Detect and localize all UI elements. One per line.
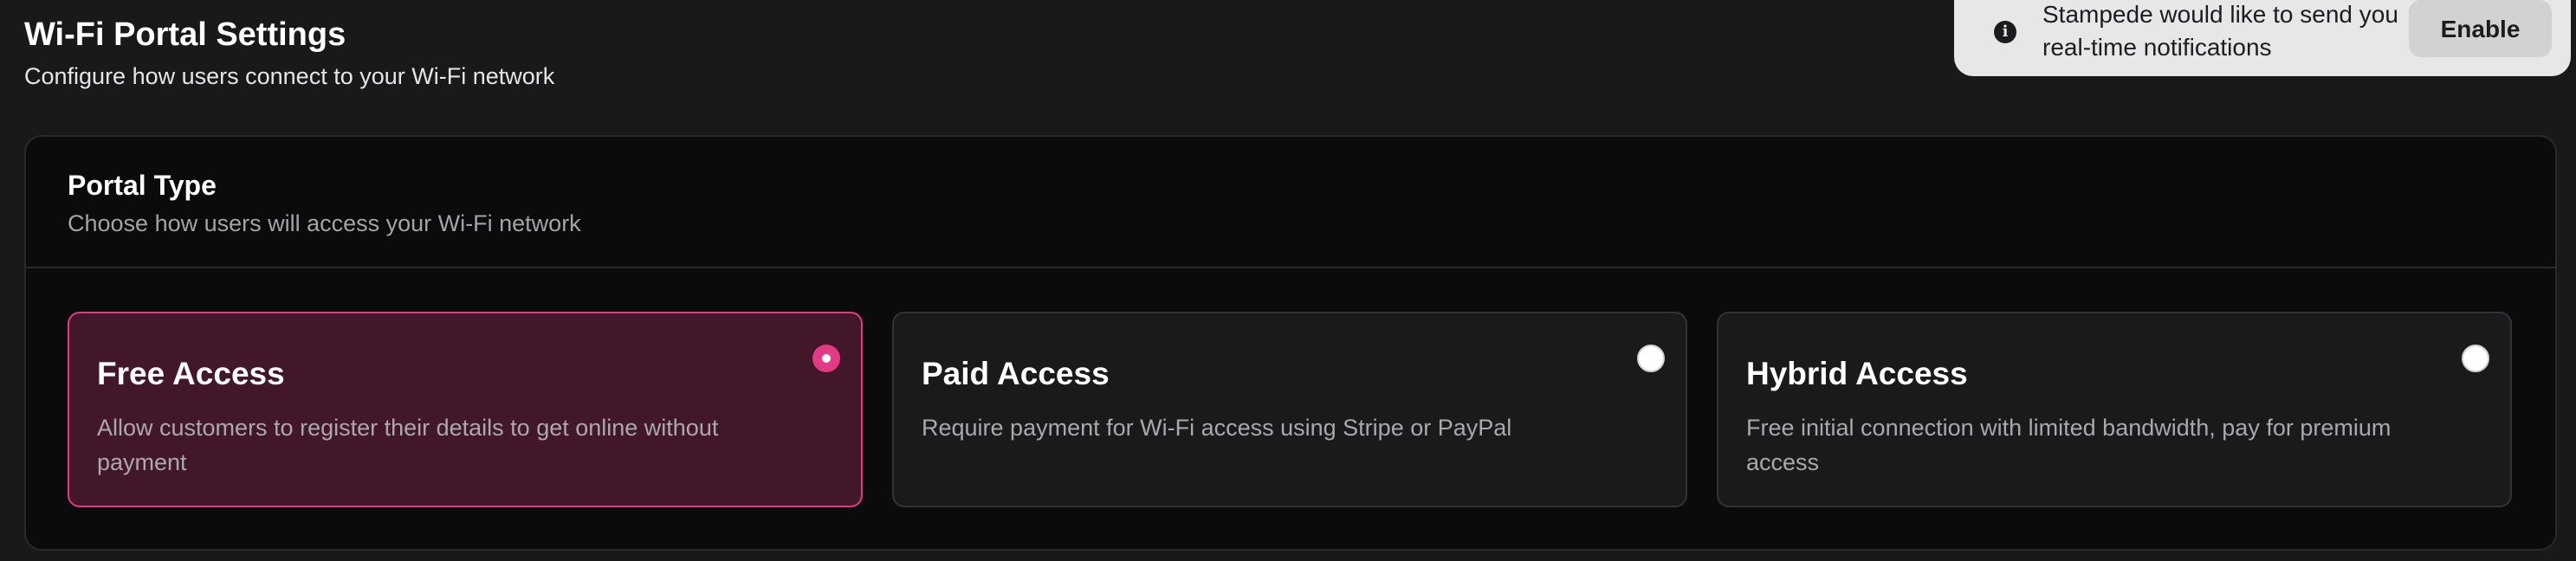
- page-title: Wi-Fi Portal Settings: [24, 16, 346, 53]
- option-paid-access[interactable]: Paid Access Require payment for Wi-Fi ac…: [892, 312, 1687, 507]
- enable-notifications-button[interactable]: Enable: [2409, 0, 2552, 57]
- option-title: Paid Access: [922, 356, 1110, 391]
- wifi-portal-settings-page: Wi-Fi Portal Settings Configure how user…: [0, 0, 2576, 561]
- option-title: Hybrid Access: [1746, 356, 1968, 391]
- portal-type-header: Portal Type Choose how users will access…: [26, 137, 2555, 268]
- option-description: Require payment for Wi-Fi access using S…: [922, 415, 1512, 441]
- option-hybrid-access[interactable]: Hybrid Access Free initial connection wi…: [1717, 312, 2512, 507]
- radio-free-access[interactable]: [812, 345, 840, 372]
- page-subtitle: Configure how users connect to your Wi-F…: [24, 63, 555, 89]
- portal-type-title: Portal Type: [68, 170, 217, 201]
- notification-message: Stampede would like to send you real-tim…: [2042, 1, 2398, 61]
- radio-hybrid-access[interactable]: [2462, 345, 2489, 372]
- info-icon: i: [1994, 21, 2016, 43]
- option-free-access[interactable]: Free Access Allow customers to register …: [68, 312, 863, 507]
- option-title: Free Access: [97, 356, 285, 391]
- notification-permission-toast: i Stampede would like to send you real-t…: [1954, 0, 2571, 76]
- option-description: Free initial connection with limited ban…: [1746, 415, 2392, 475]
- page-header: Wi-Fi Portal Settings Configure how user…: [24, 12, 554, 92]
- radio-paid-access[interactable]: [1637, 345, 1665, 372]
- option-description: Allow customers to register their detail…: [97, 415, 719, 475]
- portal-type-card: Portal Type Choose how users will access…: [24, 135, 2557, 551]
- portal-type-subtitle: Choose how users will access your Wi-Fi …: [68, 210, 581, 236]
